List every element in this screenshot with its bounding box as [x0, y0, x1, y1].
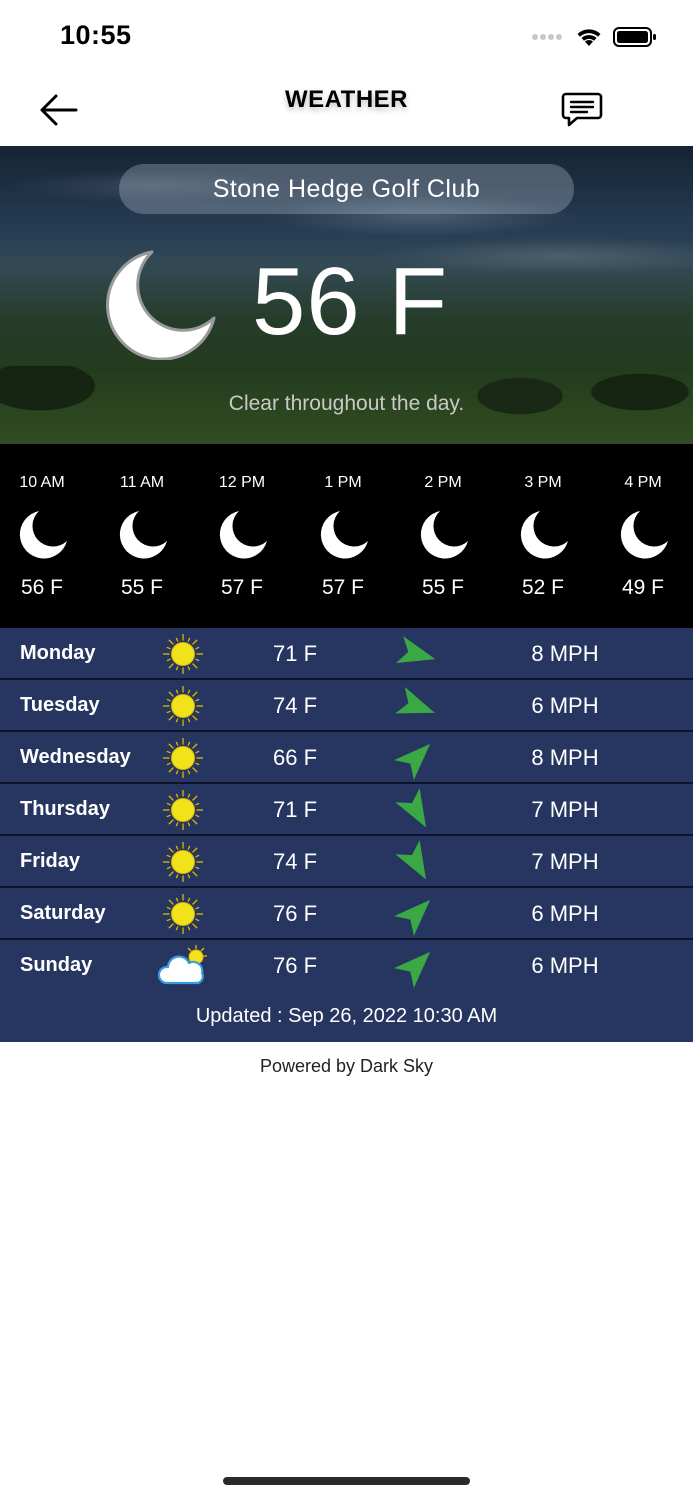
hourly-item: 10 AM 56 F — [0, 444, 92, 628]
moon-icon — [219, 511, 267, 559]
day-name: Thursday — [20, 798, 111, 820]
daily-row: Wednesday 66 F 8 MPH — [0, 732, 693, 784]
day-temp: 74 F — [272, 849, 318, 874]
hourly-item: 2 PM 55 F — [393, 444, 493, 628]
moon-icon — [420, 511, 468, 559]
moon-icon — [19, 511, 68, 559]
sun-icon — [163, 686, 203, 726]
day-wind: 6 MPH — [531, 901, 599, 926]
home-indicator[interactable] — [223, 1477, 470, 1485]
hour-temp: 57 F — [220, 576, 264, 599]
wind-direction-icon — [395, 687, 435, 714]
sun-icon — [163, 894, 203, 934]
day-wind: 7 MPH — [531, 849, 599, 874]
wind-direction-icon — [395, 840, 426, 880]
hour-time: 11 AM — [119, 474, 165, 491]
day-name: Saturday — [20, 902, 106, 924]
moon-icon — [119, 511, 167, 559]
hour-time: 3 PM — [524, 474, 562, 491]
moon-icon — [620, 511, 668, 559]
day-wind: 6 MPH — [531, 693, 599, 718]
moon-icon — [320, 511, 368, 559]
hour-time: 1 PM — [324, 474, 362, 491]
wind-direction-icon — [395, 788, 426, 828]
day-wind: 8 MPH — [531, 745, 599, 770]
wind-direction-icon — [394, 899, 431, 936]
daily-row: Monday 71 F 8 MPH — [0, 628, 693, 680]
daily-row: Saturday 76 F 6 MPH — [0, 888, 693, 940]
hour-temp: 49 F — [621, 576, 665, 599]
day-temp: 74 F — [272, 693, 318, 718]
hour-temp: 55 F — [421, 576, 465, 599]
partly-cloudy-icon — [158, 945, 207, 985]
status-icons — [531, 26, 657, 48]
current-weather-hero: Stone Hedge Golf Club 56 F Clear through… — [0, 146, 693, 444]
hour-time: 12 PM — [218, 474, 266, 491]
status-time: 10:55 — [60, 20, 132, 50]
current-temperature: 56 F — [252, 248, 449, 355]
day-name: Friday — [20, 850, 81, 872]
chat-button[interactable] — [561, 90, 603, 130]
hourly-item: 4 PM 49 F — [593, 444, 693, 628]
status-bar: 10:55 — [0, 0, 693, 70]
hour-time: 2 PM — [424, 474, 462, 491]
nav-bar: WEATHER — [0, 70, 693, 146]
day-temp: 76 F — [272, 953, 318, 978]
day-temp: 71 F — [272, 797, 318, 822]
hour-time: 4 PM — [624, 474, 662, 491]
location-name[interactable]: Stone Hedge Golf Club — [119, 164, 574, 214]
wind-direction-icon — [394, 743, 431, 780]
hourly-item: 3 PM 52 F — [493, 444, 593, 628]
day-name: Wednesday — [20, 746, 131, 768]
day-temp: 71 F — [272, 641, 318, 666]
sun-icon — [163, 842, 203, 882]
hour-time: 10 AM — [19, 474, 65, 491]
wifi-icon — [577, 29, 601, 46]
hourly-item: 1 PM 57 F — [293, 444, 393, 628]
daily-row: Thursday 71 F 7 MPH — [0, 784, 693, 836]
hour-temp: 52 F — [521, 576, 565, 599]
sun-icon — [163, 634, 203, 674]
chat-icon — [561, 92, 603, 127]
daily-forecast: Monday 71 F 8 MPH Tuesday 74 F 6 MPH Wed… — [0, 628, 693, 992]
hourly-item: 11 AM 55 F — [92, 444, 192, 628]
day-name: Sunday — [20, 954, 93, 976]
hour-temp: 55 F — [120, 576, 164, 599]
daily-row: Friday 74 F 7 MPH — [0, 836, 693, 888]
daily-row: Tuesday 74 F 6 MPH — [0, 680, 693, 732]
powered-by-credit[interactable]: Powered by Dark Sky — [0, 1056, 693, 1077]
day-temp: 66 F — [272, 745, 318, 770]
day-name: Tuesday — [20, 694, 100, 716]
day-temp: 76 F — [272, 901, 318, 926]
wind-direction-icon — [395, 636, 436, 664]
daily-row: Sunday 76 F 6 MPH — [0, 940, 693, 992]
day-wind: 6 MPH — [531, 953, 599, 978]
day-name: Monday — [20, 642, 96, 664]
signal-icon — [532, 34, 562, 40]
updated-timestamp: Updated : Sep 26, 2022 10:30 AM — [0, 990, 693, 1042]
moon-icon — [106, 250, 216, 360]
day-wind: 7 MPH — [531, 797, 599, 822]
hour-temp: 56 F — [20, 576, 64, 599]
moon-icon — [520, 511, 568, 559]
wind-direction-icon — [394, 951, 431, 988]
sun-icon — [163, 790, 203, 830]
weather-summary: Clear throughout the day. — [228, 392, 465, 415]
sun-icon — [163, 738, 203, 778]
battery-icon — [613, 27, 656, 47]
hourly-item: 12 PM 57 F — [192, 444, 292, 628]
hour-temp: 57 F — [321, 576, 365, 599]
hourly-forecast: 10 AM 56 F 11 AM 55 F 12 PM 57 F 1 PM 57… — [0, 444, 693, 628]
day-wind: 8 MPH — [531, 641, 599, 666]
